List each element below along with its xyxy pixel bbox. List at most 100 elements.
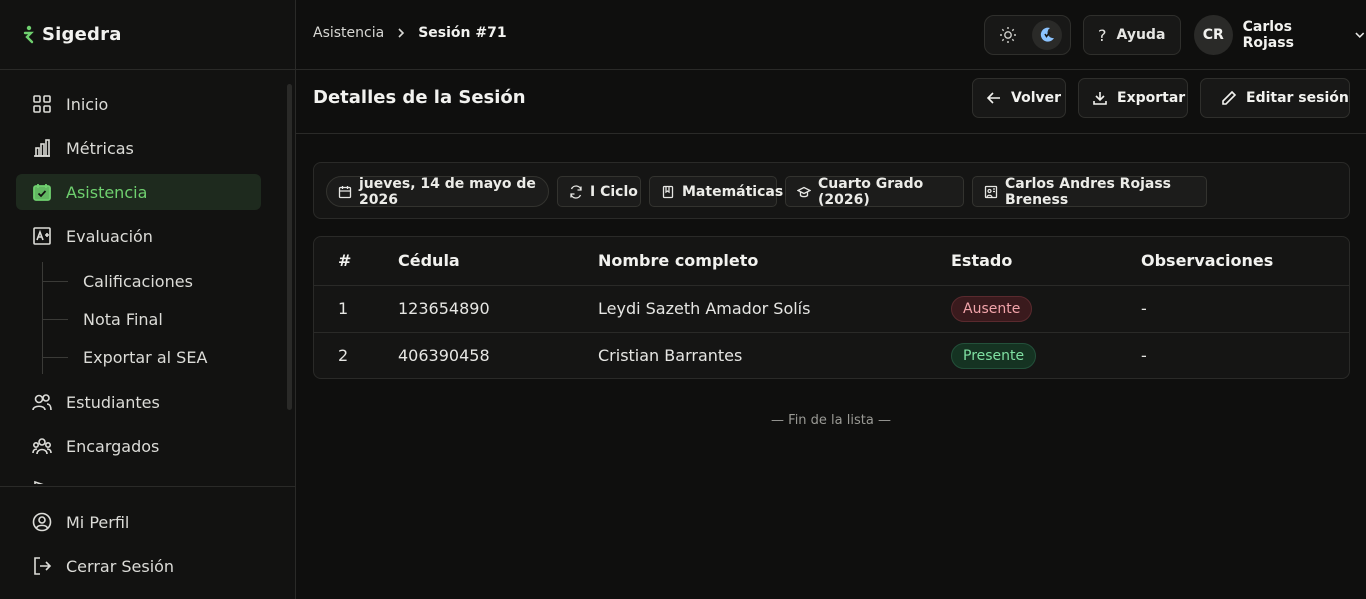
- attendance-table: # Cédula Nombre completo Estado Observac…: [313, 236, 1350, 379]
- row-id: 406390458: [398, 346, 490, 365]
- topbar: Asistencia Sesión #71 ? Ayuda CR Carlos …: [296, 0, 1366, 70]
- cycle-chip-label: I Ciclo: [590, 183, 638, 200]
- row-id: 123654890: [398, 299, 490, 318]
- help-button[interactable]: ? Ayuda: [1083, 15, 1181, 55]
- book-icon: [662, 185, 674, 198]
- page-title: Detalles de la Sesión: [313, 87, 526, 108]
- subject-chip-label: Matemáticas: [682, 183, 784, 200]
- session-info-panel: jueves, 14 de mayo de 2026 I Ciclo Matem…: [313, 162, 1350, 219]
- row-divider: [314, 285, 1349, 286]
- edit-session-button[interactable]: Editar sesión: [1200, 78, 1350, 118]
- sidebar-item-cut-off[interactable]: [16, 472, 261, 484]
- sidebar-scrollbar[interactable]: [287, 84, 292, 410]
- sidebar-item-asistencia[interactable]: Asistencia: [16, 174, 261, 210]
- edit-label: Editar sesión: [1246, 90, 1349, 106]
- end-of-list-note: — Fin de la lista —: [771, 413, 891, 428]
- status-badge: Presente: [951, 343, 1037, 369]
- sun-icon: [1000, 27, 1017, 43]
- back-button[interactable]: Volver: [972, 78, 1066, 118]
- theme-toggle: [984, 15, 1071, 55]
- row-name: Cristian Barrantes: [598, 346, 743, 365]
- header-status: Estado: [951, 251, 1013, 270]
- sidebar-subitem-label: Calificaciones: [83, 271, 193, 291]
- sidebar-item-label: Encargados: [66, 436, 160, 456]
- question-icon: ?: [1098, 25, 1107, 45]
- export-button[interactable]: Exportar: [1078, 78, 1188, 118]
- header-name: Nombre completo: [598, 251, 759, 270]
- light-mode-button[interactable]: [993, 20, 1023, 50]
- subject-chip: Matemáticas: [649, 176, 783, 207]
- logout-icon: [34, 557, 52, 575]
- breadcrumb-current: Sesión #71: [418, 25, 507, 41]
- sidebar-item-label: Cerrar Sesión: [66, 556, 175, 576]
- download-icon: [1093, 92, 1107, 105]
- sidebar-item-label: Mi Perfil: [66, 512, 130, 532]
- sidebar-subitem-nota-final[interactable]: Nota Final: [42, 304, 163, 334]
- brand-name: Sigedra: [42, 24, 122, 45]
- calendar-check-icon: [33, 184, 51, 201]
- sidebar-item-mi-perfil[interactable]: Mi Perfil: [16, 504, 261, 540]
- sidebar-item-evaluacion[interactable]: Evaluación: [16, 218, 261, 254]
- sidebar-item-encargados[interactable]: Encargados: [16, 428, 261, 464]
- sidebar-item-cerrar-sesion[interactable]: Cerrar Sesión: [16, 548, 261, 584]
- breadcrumb-parent[interactable]: Asistencia: [313, 25, 384, 41]
- row-number: 1: [338, 299, 349, 318]
- refresh-icon: [570, 184, 582, 199]
- sidebar-subitem-calificaciones[interactable]: Calificaciones: [42, 266, 193, 296]
- row-name: Leydi Sazeth Amador Solís: [598, 299, 811, 318]
- row-notes: -: [1141, 299, 1147, 318]
- chalkboard-teacher-icon: [984, 185, 998, 198]
- header-id: Cédula: [398, 251, 460, 270]
- pencil-icon: [1222, 90, 1237, 105]
- arrow-left-icon: [986, 92, 1000, 104]
- breadcrumb: Asistencia Sesión #71: [313, 25, 507, 41]
- brand[interactable]: Sigedra: [0, 0, 295, 70]
- row-number: 2: [338, 346, 349, 365]
- page-header: Detalles de la Sesión Volver Exportar Ed…: [296, 70, 1366, 134]
- back-label: Volver: [1011, 90, 1062, 106]
- sidebar: Sigedra Inicio Métricas Asistencia Evalu…: [0, 0, 296, 599]
- row-notes: -: [1141, 346, 1147, 365]
- graduation-cap-icon: [797, 186, 811, 197]
- chevron-right-icon: [398, 28, 405, 38]
- header-number: #: [338, 251, 352, 270]
- export-label: Exportar: [1117, 90, 1186, 106]
- dark-mode-button[interactable]: [1031, 20, 1062, 50]
- guardians-icon: [32, 438, 52, 455]
- row-divider: [314, 332, 1349, 333]
- user-name: Carlos Rojass: [1242, 19, 1294, 51]
- sidebar-subitem-label: Exportar al SEA: [83, 347, 208, 367]
- sidebar-item-label: Estudiantes: [66, 392, 160, 412]
- teacher-chip: Carlos Andres Rojass Breness: [972, 175, 1207, 208]
- avatar: CR: [1194, 15, 1233, 55]
- user-menu[interactable]: CR Carlos Rojass: [1194, 15, 1366, 55]
- calendar-icon: [338, 185, 352, 198]
- sidebar-item-label: Asistencia: [66, 182, 148, 202]
- header-notes: Observaciones: [1141, 251, 1274, 270]
- date-chip-label: jueves, 14 de mayo de 2026: [359, 175, 536, 208]
- bar-chart-icon: [34, 139, 50, 157]
- grade-chip: Cuarto Grado (2026): [785, 175, 964, 208]
- date-chip: jueves, 14 de mayo de 2026: [326, 175, 549, 208]
- sidebar-item-label: Inicio: [66, 94, 109, 114]
- sidebar-subitem-label: Nota Final: [83, 309, 163, 329]
- sidebar-item-metricas[interactable]: Métricas: [16, 130, 261, 166]
- sidebar-footer: Mi Perfil Cerrar Sesión: [0, 486, 295, 599]
- users-icon: [32, 394, 52, 411]
- moon-icon: [1040, 27, 1054, 42]
- user-circle-icon: [32, 512, 52, 532]
- sidebar-item-label: Métricas: [66, 138, 134, 158]
- grade-chip-label: Cuarto Grado (2026): [818, 175, 924, 208]
- flag-icon: [34, 480, 44, 484]
- grade-icon: [33, 227, 51, 245]
- cycle-chip: I Ciclo: [557, 176, 641, 207]
- chevron-down-icon: [1355, 32, 1365, 39]
- sidebar-item-inicio[interactable]: Inicio: [16, 86, 261, 122]
- help-label: Ayuda: [1116, 27, 1166, 43]
- logo-icon: [23, 25, 34, 43]
- sidebar-subitem-exportar-sea[interactable]: Exportar al SEA: [42, 342, 207, 372]
- teacher-chip-label: Carlos Andres Rojass Breness: [1005, 175, 1171, 208]
- sidebar-item-label: Evaluación: [66, 226, 153, 246]
- grid-icon: [33, 95, 51, 113]
- status-badge: Ausente: [951, 296, 1033, 322]
